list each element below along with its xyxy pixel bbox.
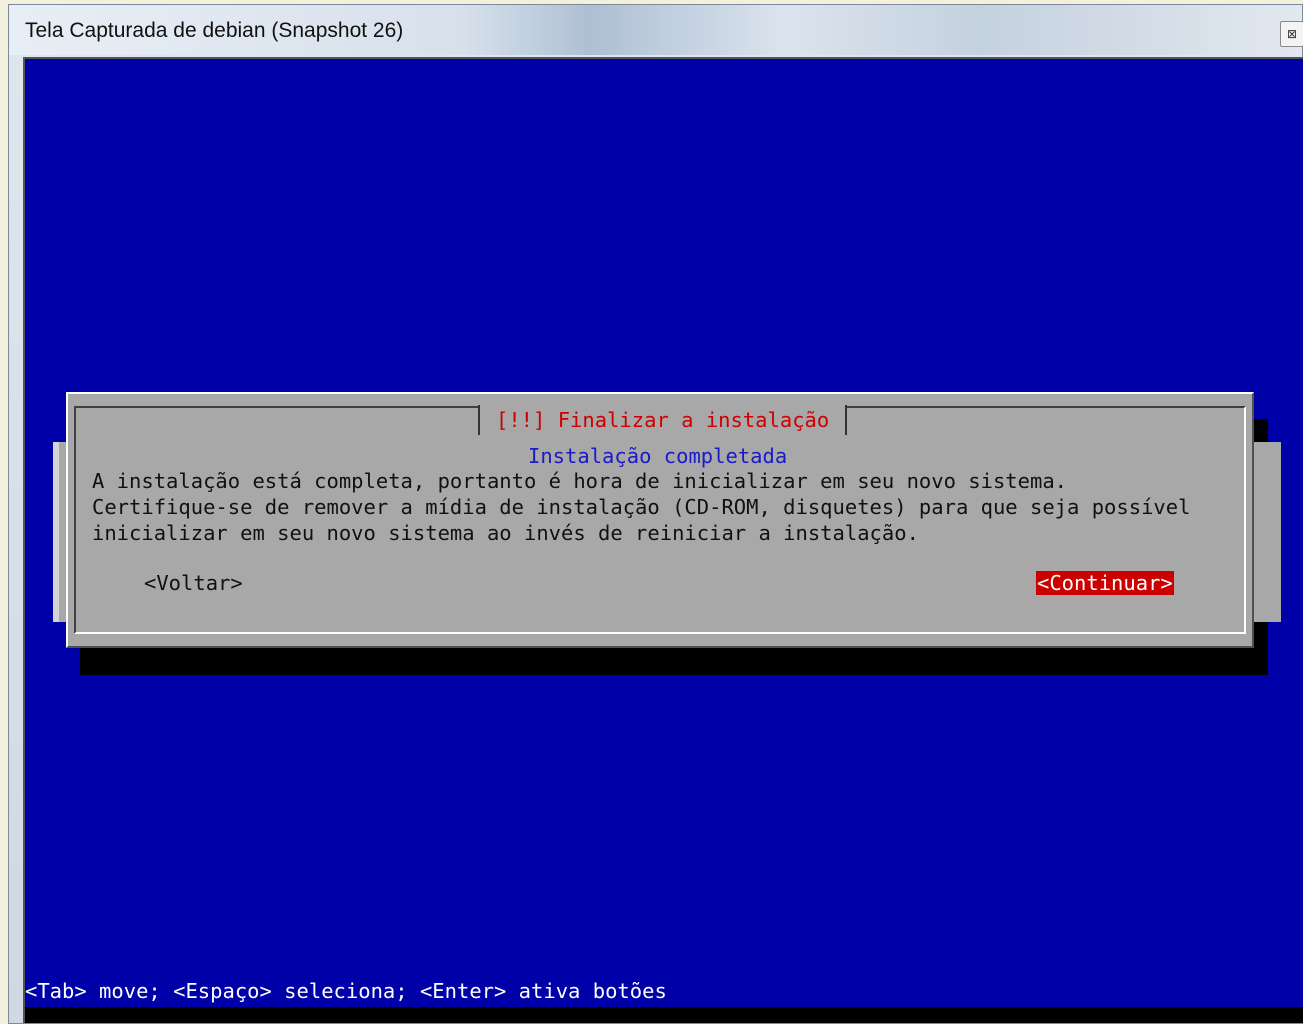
close-icon[interactable]: ⊠ xyxy=(1280,21,1303,47)
back-button[interactable]: <Voltar> xyxy=(144,571,243,595)
dialog-text-line-3: inicializar em seu novo sistema ao invés… xyxy=(92,521,919,545)
finish-install-dialog: [!!] Finalizar a instalação Instalação c… xyxy=(66,392,1254,648)
dialog-frame: [!!] Finalizar a instalação xyxy=(74,405,1246,634)
window-title: Tela Capturada de debian (Snapshot 26) xyxy=(25,19,404,42)
screen-bottom-strip xyxy=(25,1007,1303,1023)
vm-snapshot-window: Tela Capturada de debian (Snapshot 26) ⊠… xyxy=(8,4,1303,1024)
continue-button[interactable]: <Continuar> xyxy=(1036,571,1174,595)
installer-screen: [!!] Finalizar a instalação Instalação c… xyxy=(23,57,1303,1023)
dialog-subtitle: Instalação completada xyxy=(528,444,788,468)
dialog-title: [!!] Finalizar a instalação xyxy=(478,405,848,435)
window-titlebar[interactable]: Tela Capturada de debian (Snapshot 26) ⊠ xyxy=(9,5,1303,55)
dialog-text-line-1: A instalação está completa, portanto é h… xyxy=(92,469,1068,493)
key-help-statusbar: <Tab> move; <Espaço> seleciona; <Enter> … xyxy=(25,979,667,1003)
dialog-text-line-2: Certifique-se de remover a mídia de inst… xyxy=(92,495,1191,519)
